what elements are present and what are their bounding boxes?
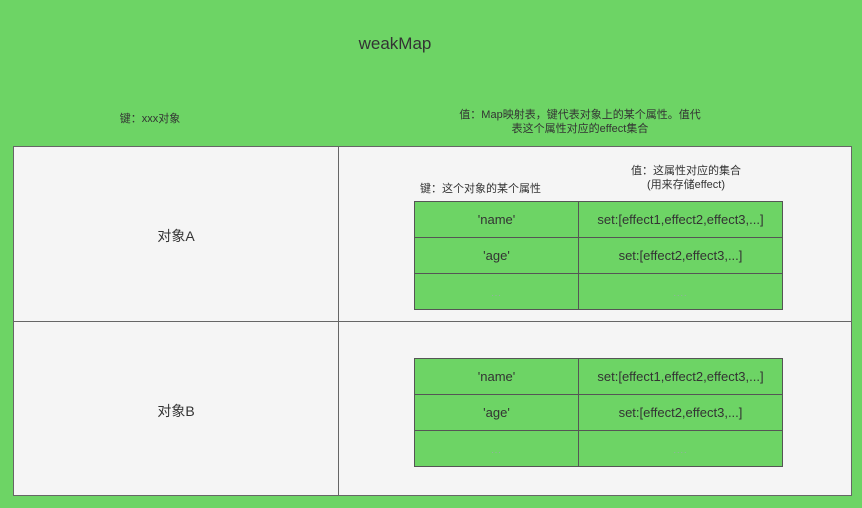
ellipsis: ... bbox=[491, 288, 502, 298]
map-value-cell: set:[effect2,effect3,...] bbox=[578, 394, 783, 431]
map-key-label: 键：这个对象的某个属性 bbox=[420, 183, 541, 195]
map-value-cell: set:[effect2,effect3,...] bbox=[578, 237, 783, 274]
map-row: 'name' set:[effect1,effect2,effect3,...] bbox=[414, 201, 783, 238]
map-value-cell: set:[effect1,effect2,effect3,...] bbox=[578, 358, 783, 395]
weakmap-value-label-line2: 表这个属性对应的effect集合 bbox=[511, 123, 649, 135]
map-value-label-line2: (用来存储effect) bbox=[646, 179, 726, 191]
ellipsis: ... bbox=[491, 445, 502, 455]
row-divider bbox=[13, 321, 852, 322]
map-key-cell: 'name' bbox=[414, 201, 579, 238]
map-row: ... .... bbox=[414, 430, 783, 467]
map-key-cell: ... bbox=[414, 273, 579, 310]
weakmap-key-label: 键：xxx对象 bbox=[119, 113, 181, 125]
column-divider bbox=[338, 146, 339, 496]
map-key-cell: 'age' bbox=[414, 394, 579, 431]
map-row: 'name' set:[effect1,effect2,effect3,...] bbox=[414, 358, 783, 395]
ellipsis: .... bbox=[673, 288, 688, 298]
weakmap-value-label-line1: 值：Map映射表，键代表对象上的某个属性。值代 bbox=[459, 109, 701, 121]
object-a-label: 对象A bbox=[157, 228, 195, 244]
map-key-cell: 'name' bbox=[414, 358, 579, 395]
map-value-label: 值：这属性对应的集合 (用来存储effect) bbox=[598, 164, 774, 192]
map-row: ... .... bbox=[414, 273, 783, 310]
object-b-label: 对象B bbox=[157, 403, 195, 419]
map-value-label-line1: 值：这属性对应的集合 bbox=[631, 165, 741, 177]
map-value-cell: set:[effect1,effect2,effect3,...] bbox=[578, 201, 783, 238]
map-value-cell: .... bbox=[578, 430, 783, 467]
weakmap-value-label: 值：Map映射表，键代表对象上的某个属性。值代 表这个属性对应的effect集合 bbox=[420, 108, 740, 136]
diagram-title: weakMap bbox=[358, 34, 432, 53]
ellipsis: .... bbox=[673, 445, 688, 455]
map-key-cell: ... bbox=[414, 430, 579, 467]
map-key-cell: 'age' bbox=[414, 237, 579, 274]
map-table-object-a: 'name' set:[effect1,effect2,effect3,...]… bbox=[414, 201, 783, 310]
map-value-cell: .... bbox=[578, 273, 783, 310]
map-row: 'age' set:[effect2,effect3,...] bbox=[414, 394, 783, 431]
map-table-object-b: 'name' set:[effect1,effect2,effect3,...]… bbox=[414, 358, 783, 467]
map-row: 'age' set:[effect2,effect3,...] bbox=[414, 237, 783, 274]
